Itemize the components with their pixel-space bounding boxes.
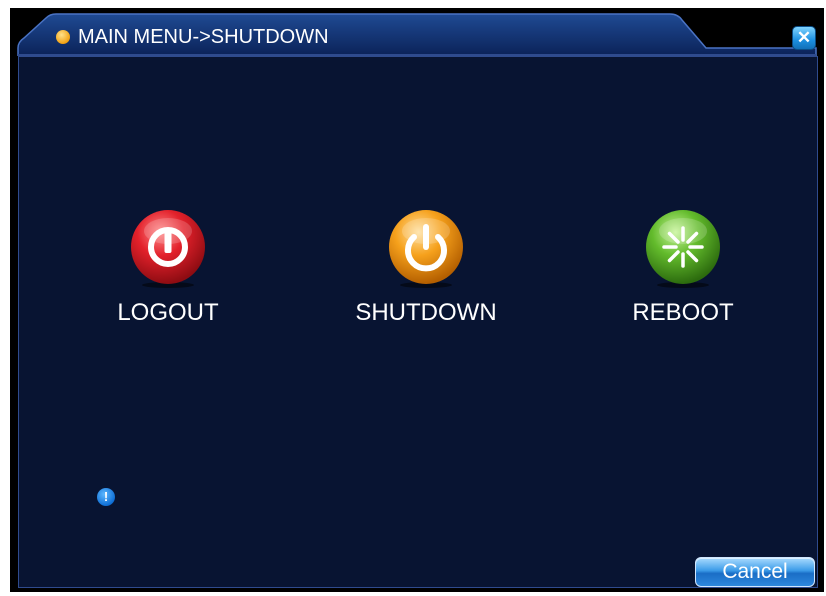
reboot-button[interactable]: REBOOT	[573, 209, 793, 339]
window-title: MAIN MENU->SHUTDOWN	[78, 26, 329, 48]
shutdown-button[interactable]: SHUTDOWN	[316, 209, 536, 339]
close-icon: ✕	[796, 28, 812, 47]
title-bar: MAIN MENU->SHUTDOWN ✕	[10, 8, 824, 56]
power-icon	[389, 210, 463, 288]
logout-label: LOGOUT	[117, 299, 219, 326]
cancel-button[interactable]: Cancel	[695, 557, 815, 587]
dialog-content: LOGOUT SHUTDOWN REBOOT ! Cancel	[18, 56, 818, 588]
info-icon: !	[97, 488, 115, 506]
close-button[interactable]: ✕	[792, 26, 816, 50]
title-bullet-icon	[56, 30, 70, 44]
reboot-icon	[646, 210, 720, 288]
reboot-label: REBOOT	[632, 299, 734, 326]
logout-icon	[131, 210, 205, 288]
logout-button[interactable]: LOGOUT	[58, 209, 278, 339]
shutdown-label: SHUTDOWN	[355, 299, 497, 326]
shutdown-dialog: MAIN MENU->SHUTDOWN ✕ LOGOUT SHUTDOWN RE…	[10, 8, 824, 592]
